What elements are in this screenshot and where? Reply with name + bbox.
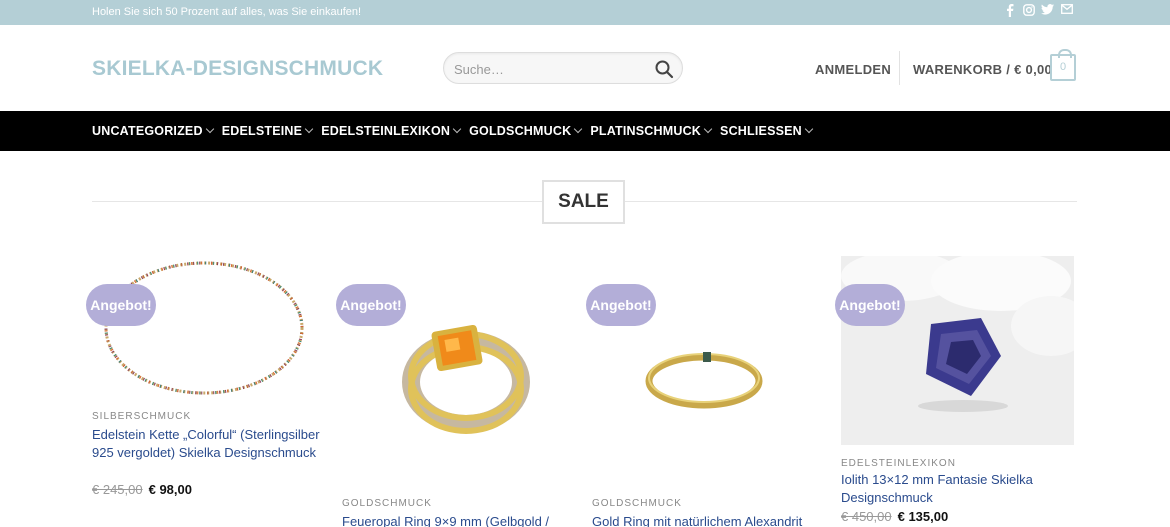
product-image-necklace[interactable] <box>92 256 325 401</box>
nav-item-edelsteine[interactable]: EDELSTEINE <box>222 124 314 138</box>
product-card[interactable]: Angebot! GOLDSCHMUCK Feueropal Ring 9×9 … <box>336 256 577 527</box>
site-logo[interactable]: SKIELKA-DESIGNSCHMUCK <box>92 57 383 81</box>
product-card[interactable]: Angebot! SILBERSCHMUCK Edelstein Kette „… <box>86 256 327 516</box>
search-bar <box>443 52 683 84</box>
search-input[interactable] <box>454 59 644 79</box>
sale-badge: Angebot! <box>336 284 406 326</box>
chevron-down-icon <box>304 124 314 134</box>
site-header: SKIELKA-DESIGNSCHMUCK ANMELDEN WARENKORB… <box>0 25 1170 111</box>
facebook-icon[interactable] <box>1003 4 1016 18</box>
header-divider <box>899 51 900 85</box>
product-category[interactable]: GOLDSCHMUCK <box>592 498 682 509</box>
product-title[interactable]: Feueropal Ring 9×9 mm (Gelbgold / <box>342 513 577 527</box>
login-link[interactable]: ANMELDEN <box>815 62 891 77</box>
sale-badge: Angebot! <box>586 284 656 326</box>
nav-item-uncategorized[interactable]: UNCATEGORIZED <box>92 124 214 138</box>
product-category[interactable]: GOLDSCHMUCK <box>342 498 432 509</box>
chevron-down-icon <box>205 124 214 134</box>
chevron-down-icon <box>574 124 583 134</box>
product-title[interactable]: Iolith 13×12 mm Fantasie Skielka Designs… <box>841 471 1076 507</box>
cart-link[interactable]: WARENKORB / € 0,00 <box>913 62 1052 77</box>
sale-price: € 135,00 <box>897 509 949 524</box>
twitter-icon[interactable] <box>1041 4 1054 18</box>
section-title: SALE <box>542 180 625 224</box>
nav-item-schliessen[interactable]: SCHLIESSEN <box>720 124 814 138</box>
nav-item-platinschmuck[interactable]: PLATINSCHMUCK <box>590 124 713 138</box>
chevron-down-icon <box>452 124 462 134</box>
product-card[interactable]: Angebot! EDELSTEINLEXIKON Iolith 13×12 m… <box>835 251 1091 527</box>
product-category[interactable]: SILBERSCHMUCK <box>92 411 191 422</box>
old-price: € 245,00 <box>92 482 143 497</box>
sale-badge: Angebot! <box>86 284 156 326</box>
nav-item-goldschmuck[interactable]: GOLDSCHMUCK <box>469 124 583 138</box>
chevron-down-icon <box>804 124 814 134</box>
instagram-icon[interactable] <box>1022 4 1035 18</box>
cart-count-badge[interactable]: 0 <box>1050 49 1076 81</box>
product-card[interactable]: Angebot! GOLDSCHMUCK Gold Ring mit natür… <box>586 256 827 527</box>
product-title[interactable]: Gold Ring mit natürlichem Alexandrit <box>592 513 827 527</box>
social-links <box>1003 4 1073 18</box>
sale-price: € 98,00 <box>148 482 192 497</box>
email-icon[interactable] <box>1060 4 1073 18</box>
promo-text: Holen Sie sich 50 Prozent auf alles, was… <box>92 6 362 18</box>
old-price: € 450,00 <box>841 509 892 524</box>
product-price: € 450,00 € 135,00 <box>841 509 948 524</box>
main-nav: UNCATEGORIZED EDELSTEINE EDELSTEINLEXIKO… <box>0 111 1170 151</box>
nav-item-edelsteinlexikon[interactable]: EDELSTEINLEXIKON <box>321 124 462 138</box>
sale-badge: Angebot! <box>835 284 905 326</box>
search-icon[interactable] <box>654 59 674 79</box>
top-bar: Holen Sie sich 50 Prozent auf alles, was… <box>0 0 1170 25</box>
product-category[interactable]: EDELSTEINLEXIKON <box>841 458 956 469</box>
product-price: € 245,00 € 98,00 <box>92 482 192 497</box>
product-title[interactable]: Edelstein Kette „Colorful“ (Sterlingsilb… <box>92 426 327 462</box>
chevron-down-icon <box>703 124 713 134</box>
